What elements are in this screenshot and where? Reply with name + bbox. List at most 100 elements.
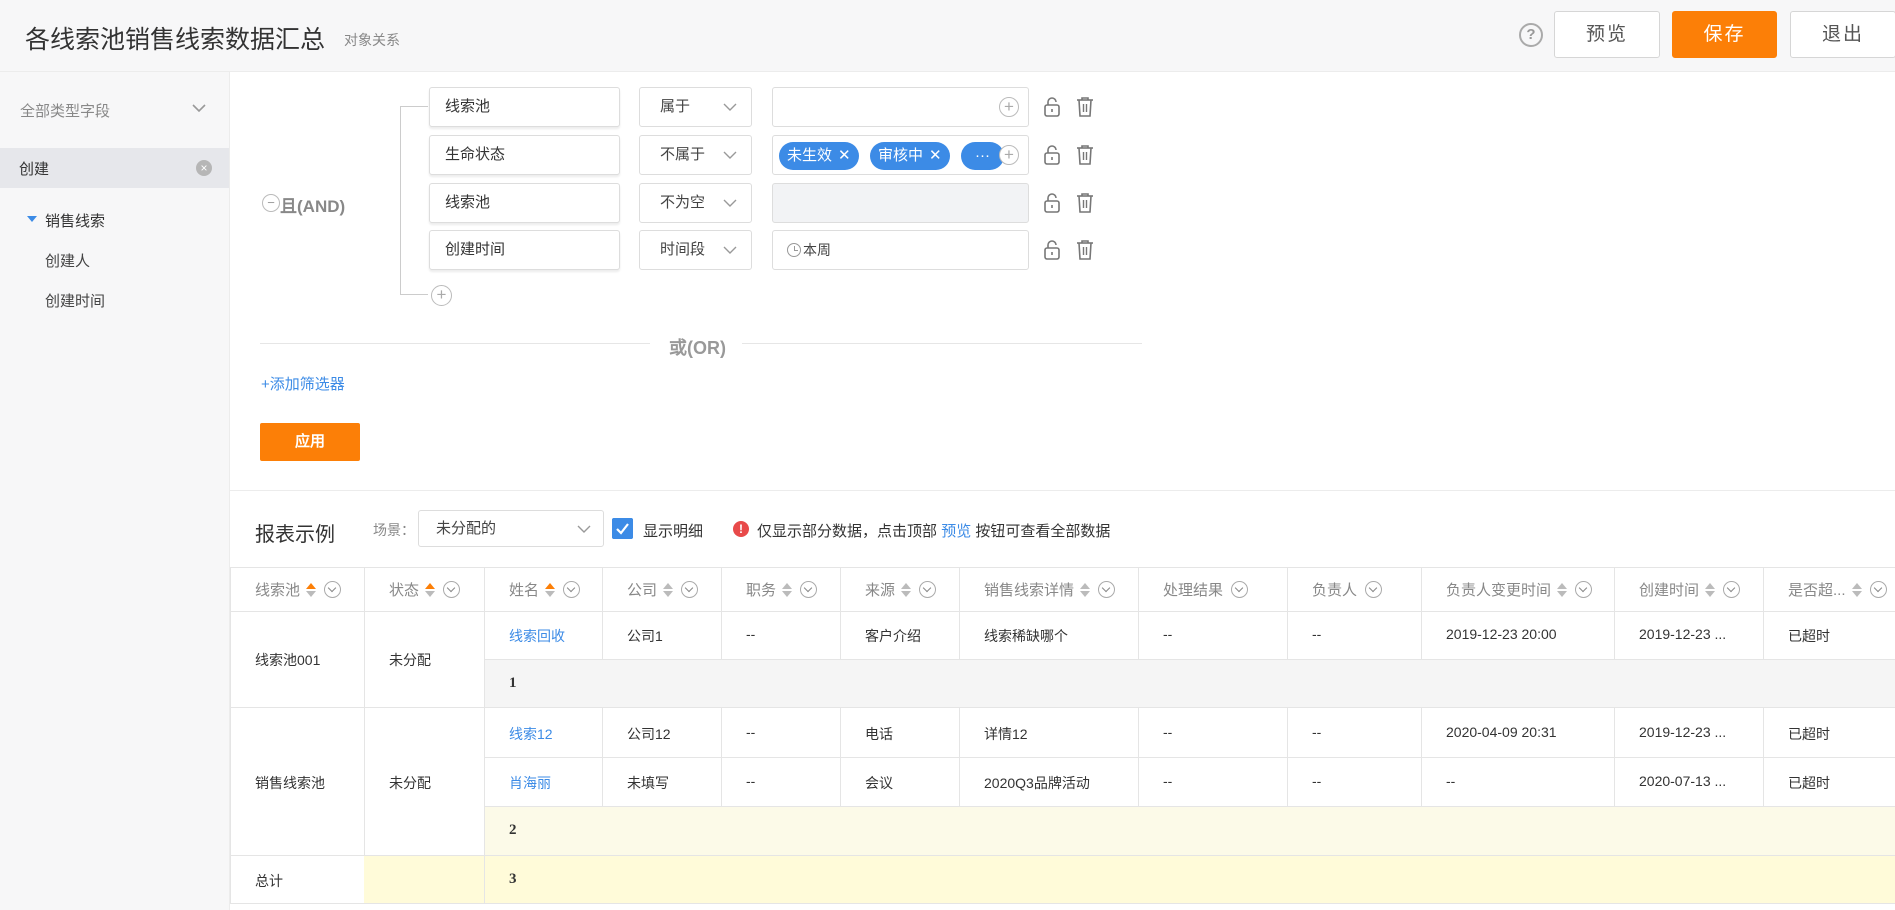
column-header[interactable]: 负责人 (1287, 579, 1421, 600)
date-range-input[interactable]: 本周 (772, 230, 1029, 270)
unlock-icon[interactable] (1042, 144, 1062, 166)
condition-operator[interactable]: 属于 (639, 87, 752, 127)
column-header[interactable]: 处理结果 (1138, 579, 1287, 600)
condition-operator[interactable]: 不为空 (639, 183, 752, 223)
table-cell: 2019-12-23 ... (1639, 724, 1727, 740)
condition-field[interactable]: 线索池 (429, 87, 620, 127)
subtotal-count: 1 (509, 675, 517, 691)
column-header[interactable]: 状态 (364, 579, 484, 600)
delete-icon[interactable] (1075, 192, 1095, 214)
caret-down-icon[interactable] (27, 216, 37, 222)
show-detail-checkbox[interactable] (612, 518, 633, 539)
sort-icon[interactable] (1851, 583, 1862, 597)
add-value-icon[interactable]: + (999, 97, 1019, 117)
column-menu-icon[interactable] (1723, 581, 1741, 598)
group-logic-label: 且(AND) (280, 197, 346, 216)
unlock-icon[interactable] (1042, 96, 1062, 118)
tree-item-creator[interactable]: 创建人 (45, 250, 90, 271)
sort-icon[interactable] (545, 583, 556, 597)
table-cell: -- (1312, 626, 1322, 642)
column-menu-icon[interactable] (800, 581, 818, 598)
save-button[interactable]: 保存 (1672, 11, 1777, 58)
column-header[interactable]: 负责人变更时间 (1421, 579, 1614, 600)
column-header[interactable]: 姓名 (484, 579, 602, 600)
table-cell: -- (1446, 773, 1456, 789)
add-filter-link[interactable]: +添加筛选器 (261, 373, 345, 394)
apply-button[interactable]: 应用 (260, 423, 360, 461)
lead-name-link[interactable]: 线索12 (484, 724, 602, 744)
column-menu-icon[interactable] (1098, 581, 1116, 598)
total-label: 总计 (255, 873, 283, 889)
column-menu-icon[interactable] (1365, 581, 1383, 598)
total-count: 3 (509, 871, 517, 887)
chevron-down-icon[interactable] (192, 101, 206, 115)
sort-icon[interactable] (1080, 583, 1091, 597)
scene-select-value: 未分配的 (436, 520, 497, 537)
table-cell: -- (1163, 773, 1173, 789)
column-menu-icon[interactable] (324, 581, 342, 598)
column-header[interactable]: 销售线索详情 (959, 579, 1138, 600)
add-condition-icon[interactable]: + (431, 285, 452, 306)
column-header[interactable]: 是否超... (1763, 579, 1895, 600)
column-header[interactable]: 职务 (721, 579, 840, 600)
page-title: 各线索池销售线索数据汇总 (25, 26, 326, 54)
sort-icon[interactable] (425, 583, 436, 597)
lead-name-link[interactable]: 肖海丽 (484, 773, 602, 793)
column-header[interactable]: 来源 (840, 579, 959, 600)
column-menu-icon[interactable] (681, 581, 699, 598)
sort-icon[interactable] (901, 583, 912, 597)
tree-item-sales-lead[interactable]: 销售线索 (45, 210, 105, 231)
column-menu-icon[interactable] (1575, 581, 1593, 598)
column-menu-icon[interactable] (919, 581, 937, 598)
scene-select[interactable]: 未分配的 (418, 510, 604, 547)
sort-icon[interactable] (306, 583, 317, 597)
column-menu-icon[interactable] (1231, 581, 1249, 598)
column-header[interactable]: 创建时间 (1614, 579, 1763, 600)
column-header[interactable]: 线索池 (230, 579, 364, 600)
sort-icon[interactable] (782, 583, 793, 597)
tree-item-create-time[interactable]: 创建时间 (45, 290, 105, 311)
table-cell: -- (746, 626, 756, 642)
sort-icon[interactable] (1705, 583, 1716, 597)
collapse-group-icon[interactable]: − (262, 194, 280, 212)
add-value-icon[interactable]: + (999, 145, 1019, 165)
notice-prefix: 仅显示部分数据，点击顶部 (757, 523, 938, 540)
condition-value[interactable]: + (772, 87, 1029, 127)
field-type-filter[interactable]: 全部类型字段 (20, 100, 110, 121)
condition-field[interactable]: 线索池 (429, 183, 620, 223)
group-status: 未分配 (389, 775, 431, 791)
exit-button[interactable]: 退出 (1790, 11, 1895, 58)
sort-icon[interactable] (663, 583, 674, 597)
clear-icon[interactable]: × (196, 160, 212, 176)
column-menu-icon[interactable] (443, 581, 461, 598)
condition-operator[interactable]: 时间段 (639, 230, 752, 270)
condition-field[interactable]: 创建时间 (429, 230, 620, 270)
column-header[interactable]: 公司 (602, 579, 721, 600)
sort-icon[interactable] (1557, 583, 1568, 597)
table-cell: 公司1 (627, 628, 663, 644)
notice-preview-link[interactable]: 预览 (941, 523, 971, 540)
chevron-down-icon (577, 525, 591, 533)
value-tag[interactable]: 未生效 ✕ (779, 142, 859, 170)
help-icon[interactable]: ? (1519, 23, 1543, 47)
unlock-icon[interactable] (1042, 239, 1062, 261)
table-cell: 2019-12-23 ... (1639, 626, 1727, 642)
lead-name-link[interactable]: 线索回收 (484, 626, 602, 646)
delete-icon[interactable] (1075, 144, 1095, 166)
condition-operator[interactable]: 不属于 (639, 135, 752, 175)
more-tags[interactable]: ··· (961, 142, 1004, 170)
column-menu-icon[interactable] (1869, 581, 1887, 598)
preview-button[interactable]: 预览 (1554, 11, 1660, 58)
remove-tag-icon[interactable]: ✕ (929, 147, 942, 164)
column-menu-icon[interactable] (563, 581, 581, 598)
remove-tag-icon[interactable]: ✕ (838, 147, 851, 164)
table-cell: -- (746, 724, 756, 740)
condition-value[interactable]: 未生效 ✕ 审核中 ✕ ··· + (772, 135, 1029, 175)
delete-icon[interactable] (1075, 96, 1095, 118)
group-pool: 销售线索池 (255, 775, 325, 791)
delete-icon[interactable] (1075, 239, 1095, 261)
unlock-icon[interactable] (1042, 192, 1062, 214)
condition-field[interactable]: 生命状态 (429, 135, 620, 175)
value-tag[interactable]: 审核中 ✕ (870, 142, 950, 170)
selected-object[interactable]: 创建 × (0, 148, 229, 188)
